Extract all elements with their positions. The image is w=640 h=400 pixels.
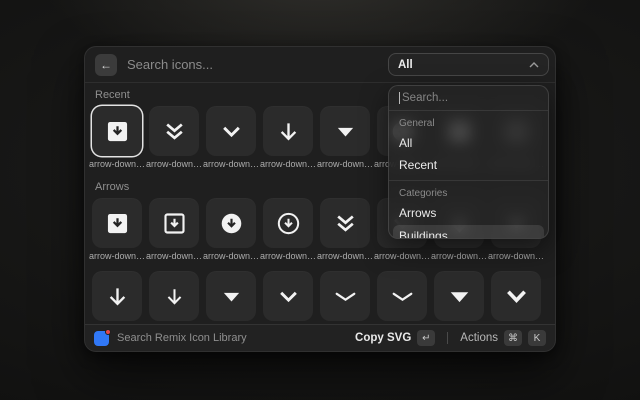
icon-cell <box>263 271 313 321</box>
footer-title: Search Remix Icon Library <box>117 332 347 344</box>
icon-tile[interactable] <box>149 198 199 248</box>
k-key-icon: K <box>528 330 546 346</box>
dropdown-group-title-categories: Categories <box>389 181 548 202</box>
return-key-icon: ↵ <box>417 330 435 346</box>
copy-svg-label: Copy SVG <box>355 332 411 344</box>
arrow-down-bold-chevron-icon <box>503 283 530 310</box>
arrow-down-circle-line-icon <box>275 210 302 237</box>
arrow-down-wide-chevron-icon <box>332 283 359 310</box>
arrow-down-box-fill-icon <box>104 210 131 237</box>
category-filter-select[interactable]: All <box>388 53 549 76</box>
icon-cell: arrow-down… <box>92 106 142 169</box>
arrow-down-box-fill-icon <box>104 118 131 145</box>
icon-tile[interactable] <box>491 271 541 321</box>
actions-label: Actions <box>460 332 498 344</box>
dropdown-group-title-general: General <box>389 111 548 132</box>
icon-tile[interactable] <box>263 106 313 156</box>
cmd-key-icon: ⌘ <box>504 330 522 346</box>
icon-cell: arrow-down… <box>149 198 199 261</box>
arrow-down-triangle-icon <box>332 118 359 145</box>
icon-tile[interactable] <box>149 106 199 156</box>
icon-cell <box>320 271 370 321</box>
icon-tile[interactable] <box>263 271 313 321</box>
icon-cell: arrow-down… <box>320 106 370 169</box>
arrow-down-circle-fill-icon <box>218 210 245 237</box>
arrow-down-box-line-icon <box>161 210 188 237</box>
icon-tile[interactable] <box>320 198 370 248</box>
icon-label: arrow-down… <box>88 251 146 261</box>
icon-tile[interactable] <box>320 106 370 156</box>
icon-cell: arrow-down… <box>206 198 256 261</box>
icon-tile[interactable] <box>206 106 256 156</box>
dropdown-item-arrows[interactable]: Arrows <box>389 202 548 224</box>
icon-tile[interactable] <box>92 271 142 321</box>
arrow-down-chevron-icon <box>218 118 245 145</box>
icon-cell <box>491 271 541 321</box>
chevron-up-icon <box>529 62 539 68</box>
arrow-down-double-icon <box>161 118 188 145</box>
icon-label: arrow-down… <box>487 251 545 261</box>
remix-extension-logo-icon <box>94 331 109 346</box>
icon-tile[interactable] <box>320 271 370 321</box>
dropdown-item-recent[interactable]: Recent <box>389 154 548 176</box>
back-button[interactable]: ← <box>95 54 117 76</box>
icon-cell <box>377 271 427 321</box>
arrow-down-line-icon <box>275 118 302 145</box>
actions-button[interactable]: Actions ⌘ K <box>460 330 546 346</box>
arrow-down-double-icon <box>332 210 359 237</box>
icon-label: arrow-down… <box>202 251 260 261</box>
icon-tile-selected[interactable] <box>92 106 142 156</box>
dropdown-search-input[interactable]: Search... <box>389 86 548 111</box>
icon-cell <box>149 271 199 321</box>
icon-label: arrow-down… <box>259 159 317 169</box>
notification-dot <box>105 329 111 335</box>
icon-label: arrow-down… <box>145 251 203 261</box>
icon-label: arrow-down… <box>145 159 203 169</box>
header: ← Search icons... All <box>85 47 555 83</box>
icon-tile[interactable] <box>206 271 256 321</box>
arrow-down-triangle-icon <box>218 283 245 310</box>
footer-divider <box>447 332 448 344</box>
icon-cell: arrow-down… <box>149 106 199 169</box>
icon-cell: arrow-down… <box>263 198 313 261</box>
dropdown-search-placeholder: Search... <box>402 92 448 104</box>
icon-cell <box>206 271 256 321</box>
icon-label: arrow-down… <box>88 159 146 169</box>
icon-cell: arrow-down… <box>320 198 370 261</box>
arrow-down-triangle-fill-icon <box>446 283 473 310</box>
text-caret <box>399 92 400 104</box>
icon-label: arrow-down… <box>316 251 374 261</box>
icon-tile[interactable] <box>149 271 199 321</box>
icon-tile[interactable] <box>434 271 484 321</box>
icon-label: arrow-down… <box>430 251 488 261</box>
filter-value: All <box>398 59 413 71</box>
icon-label: arrow-down… <box>373 251 431 261</box>
icon-label: arrow-down… <box>316 159 374 169</box>
icon-tile[interactable] <box>92 198 142 248</box>
icon-cell <box>434 271 484 321</box>
dropdown-item-buildings[interactable]: Buildings <box>393 225 544 239</box>
arrow-down-wide-chevron-icon <box>389 283 416 310</box>
category-dropdown-panel: Search... General All Recent Categories … <box>388 85 549 239</box>
arrows-grid-row2 <box>85 271 555 321</box>
search-input[interactable]: Search icons... <box>127 57 378 72</box>
arrow-down-line-icon <box>104 283 131 310</box>
icon-cell: arrow-down… <box>92 198 142 261</box>
copy-svg-button[interactable]: Copy SVG ↵ <box>355 330 435 346</box>
dropdown-item-all[interactable]: All <box>389 132 548 154</box>
arrow-down-slim-line-icon <box>161 283 188 310</box>
icon-tile[interactable] <box>263 198 313 248</box>
icon-tile[interactable] <box>206 198 256 248</box>
icon-label: arrow-down… <box>259 251 317 261</box>
icon-cell: arrow-down… <box>206 106 256 169</box>
icon-cell <box>92 271 142 321</box>
footer-bar: Search Remix Icon Library Copy SVG ↵ Act… <box>85 324 555 351</box>
back-arrow-icon: ← <box>100 58 112 72</box>
arrow-down-chevron-icon <box>275 283 302 310</box>
icon-label: arrow-down… <box>202 159 260 169</box>
icon-cell: arrow-down… <box>263 106 313 169</box>
icon-tile[interactable] <box>377 271 427 321</box>
launcher-window: ← Search icons... All Recent arrow-down… <box>84 46 556 352</box>
